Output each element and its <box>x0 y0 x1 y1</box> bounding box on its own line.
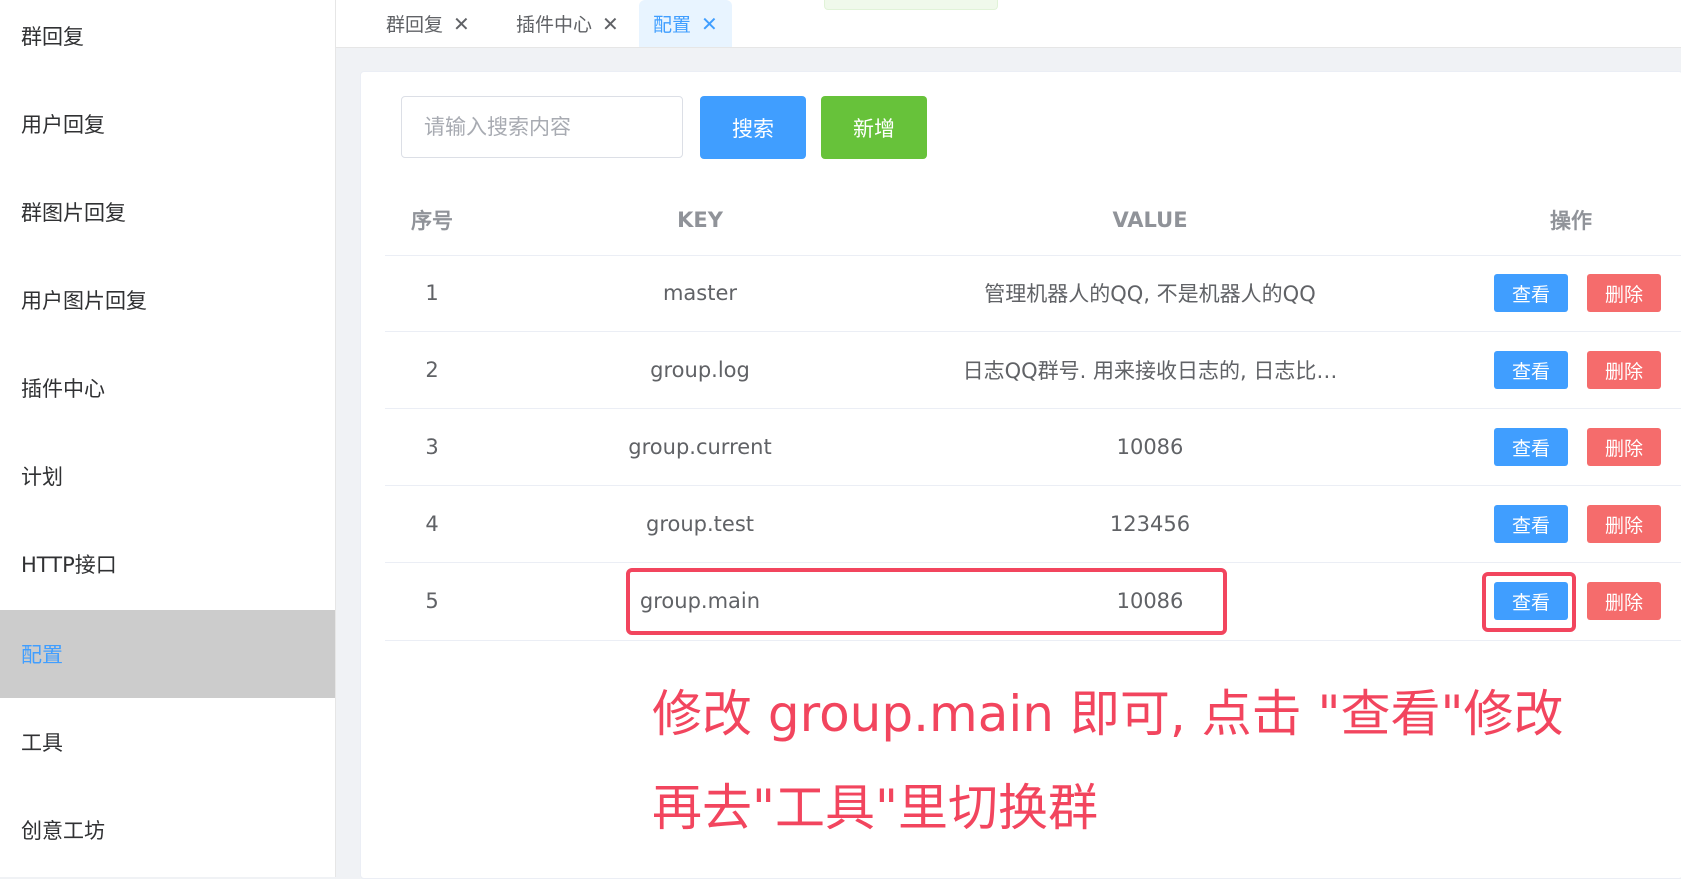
search-button[interactable]: 搜索 <box>700 96 806 159</box>
cell-key: group.current <box>628 435 772 459</box>
view-button[interactable]: 查看 <box>1494 428 1568 466</box>
view-button[interactable]: 查看 <box>1494 274 1568 312</box>
cell-index: 3 <box>425 435 439 459</box>
sidebar-item-group-reply[interactable]: 群回复 <box>0 0 335 80</box>
cell-key: group.log <box>650 358 750 382</box>
close-icon[interactable]: ✕ <box>453 12 470 36</box>
sidebar-item-schedule[interactable]: 计划 <box>0 432 335 520</box>
delete-button[interactable]: 删除 <box>1587 505 1661 543</box>
delete-button[interactable]: 删除 <box>1587 428 1661 466</box>
tab-label: 插件中心 <box>516 14 593 36</box>
cell-index: 5 <box>425 589 439 613</box>
cell-index: 1 <box>425 281 439 305</box>
message-toast <box>824 0 998 10</box>
delete-button[interactable]: 删除 <box>1587 351 1661 389</box>
cell-index: 4 <box>425 512 439 536</box>
tab-config[interactable]: 配置 ✕ <box>639 0 732 47</box>
divider <box>385 640 1681 641</box>
cell-value: 10086 <box>1116 435 1184 459</box>
tab-plugin-center[interactable]: 插件中心 ✕ <box>502 0 633 47</box>
cell-key: group.test <box>646 512 754 536</box>
annotation-line-2: 再去"工具"里切换群 <box>652 779 1098 837</box>
view-button[interactable]: 查看 <box>1494 351 1568 389</box>
view-button[interactable]: 查看 <box>1494 505 1568 543</box>
annotation-line-1: 修改 group.main 即可, 点击 "查看"修改 <box>652 685 1564 743</box>
sidebar-item-workshop[interactable]: 创意工坊 <box>0 786 335 874</box>
column-header-value: VALUE <box>1112 208 1188 232</box>
cell-value: 日志QQ群号. 用来接收日志的, 日志比… <box>962 359 1338 383</box>
column-header-index: 序号 <box>411 209 453 233</box>
close-icon[interactable]: ✕ <box>701 12 718 36</box>
sidebar-item-group-image-reply[interactable]: 群图片回复 <box>0 168 335 256</box>
delete-button[interactable]: 删除 <box>1587 582 1661 620</box>
highlight-box-view-button <box>1482 572 1576 632</box>
sidebar-item-plugin-center[interactable]: 插件中心 <box>0 344 335 432</box>
sidebar-item-user-reply[interactable]: 用户回复 <box>0 80 335 168</box>
close-icon[interactable]: ✕ <box>602 12 619 36</box>
add-button[interactable]: 新增 <box>821 96 927 159</box>
cell-value: 123456 <box>1109 512 1191 536</box>
column-header-key: KEY <box>677 208 723 232</box>
cell-key: master <box>662 281 738 305</box>
sidebar: 群回复 用户回复 群图片回复 用户图片回复 插件中心 计划 HTTP接口 配置 … <box>0 0 336 877</box>
search-input[interactable] <box>401 96 683 158</box>
column-header-ops: 操作 <box>1550 209 1592 233</box>
highlight-box-group-main <box>626 568 1227 635</box>
sidebar-item-http-api[interactable]: HTTP接口 <box>0 520 335 608</box>
cell-value: 管理机器人的QQ, 不是机器人的QQ <box>984 282 1316 306</box>
sidebar-item-config[interactable]: 配置 <box>0 610 335 698</box>
tab-label: 群回复 <box>386 14 444 36</box>
sidebar-item-tools[interactable]: 工具 <box>0 698 335 786</box>
tab-bar: 群回复 ✕ 插件中心 ✕ 配置 ✕ <box>336 0 1681 48</box>
sidebar-item-user-image-reply[interactable]: 用户图片回复 <box>0 256 335 344</box>
cell-index: 2 <box>425 358 439 382</box>
delete-button[interactable]: 删除 <box>1587 274 1661 312</box>
tab-group-reply[interactable]: 群回复 ✕ <box>372 0 484 47</box>
tab-label: 配置 <box>653 14 692 36</box>
